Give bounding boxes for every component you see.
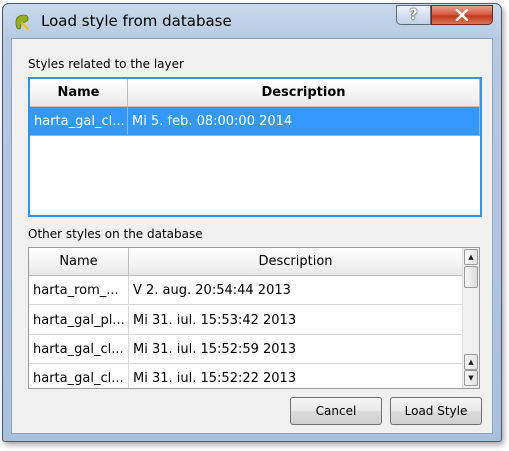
style-description-cell: Mi 31. iul. 15:52:22 2013	[129, 364, 463, 388]
scrollbar-thumb[interactable]	[464, 266, 478, 288]
table-row[interactable]: harta_gal_cl... Mi 31. iul. 15:52:59 201…	[29, 335, 463, 364]
column-header-name[interactable]: Name	[30, 79, 128, 107]
table-row[interactable]: harta_gal_pl... Mi 31. iul. 15:53:42 201…	[29, 306, 463, 335]
title-bar[interactable]: Load style from database ?	[3, 4, 501, 38]
load-style-button[interactable]: Load Style	[390, 397, 482, 425]
table-row[interactable]: harta_gal_cl... Mi 31. iul. 15:52:22 201…	[29, 364, 463, 388]
vertical-scrollbar[interactable]: ▲ ▲ ▼	[462, 248, 479, 388]
close-icon	[455, 9, 469, 21]
scroll-up-arrow-icon[interactable]: ▲	[464, 354, 478, 370]
other-styles-table[interactable]: Name Description harta_rom_... V 2. aug.…	[28, 247, 480, 389]
table-row[interactable]: harta_gal_cl... Mi 5. feb. 08:00:00 2014	[30, 107, 480, 136]
column-header-description[interactable]: Description	[129, 248, 463, 276]
layer-styles-header: Name Description	[30, 79, 480, 107]
window-title: Load style from database	[41, 12, 232, 30]
layer-styles-label: Styles related to the layer	[28, 57, 184, 71]
style-name-cell: harta_gal_cl...	[29, 364, 129, 388]
other-styles-header: Name Description	[29, 248, 463, 276]
column-header-description[interactable]: Description	[128, 79, 480, 107]
style-name-cell: harta_gal_cl...	[29, 335, 129, 364]
help-button[interactable]: ?	[396, 5, 431, 25]
other-styles-label: Other styles on the database	[28, 227, 203, 241]
style-description-cell: Mi 31. iul. 15:52:59 2013	[129, 335, 463, 364]
load-style-dialog: Load style from database ? Styles relate…	[2, 3, 502, 442]
style-name-cell: harta_gal_pl...	[29, 306, 129, 335]
style-description-cell: Mi 31. iul. 15:53:42 2013	[129, 306, 463, 335]
style-description-cell: V 2. aug. 20:54:44 2013	[129, 276, 463, 305]
column-header-name[interactable]: Name	[29, 248, 129, 276]
cancel-button[interactable]: Cancel	[290, 397, 382, 425]
style-description-cell: Mi 5. feb. 08:00:00 2014	[128, 107, 480, 136]
qgis-logo-icon	[15, 14, 30, 31]
scroll-down-arrow-icon[interactable]: ▼	[464, 370, 478, 386]
close-button[interactable]	[431, 5, 493, 25]
style-name-cell: harta_gal_cl...	[30, 107, 128, 136]
layer-styles-table[interactable]: Name Description harta_gal_cl... Mi 5. f…	[28, 77, 482, 217]
scroll-up-arrow-icon[interactable]: ▲	[464, 249, 478, 265]
style-name-cell: harta_rom_...	[29, 276, 129, 305]
dialog-body: Styles related to the layer Name Descrip…	[11, 38, 493, 434]
table-row[interactable]: harta_rom_... V 2. aug. 20:54:44 2013	[29, 276, 463, 305]
help-label: ?	[409, 7, 418, 23]
